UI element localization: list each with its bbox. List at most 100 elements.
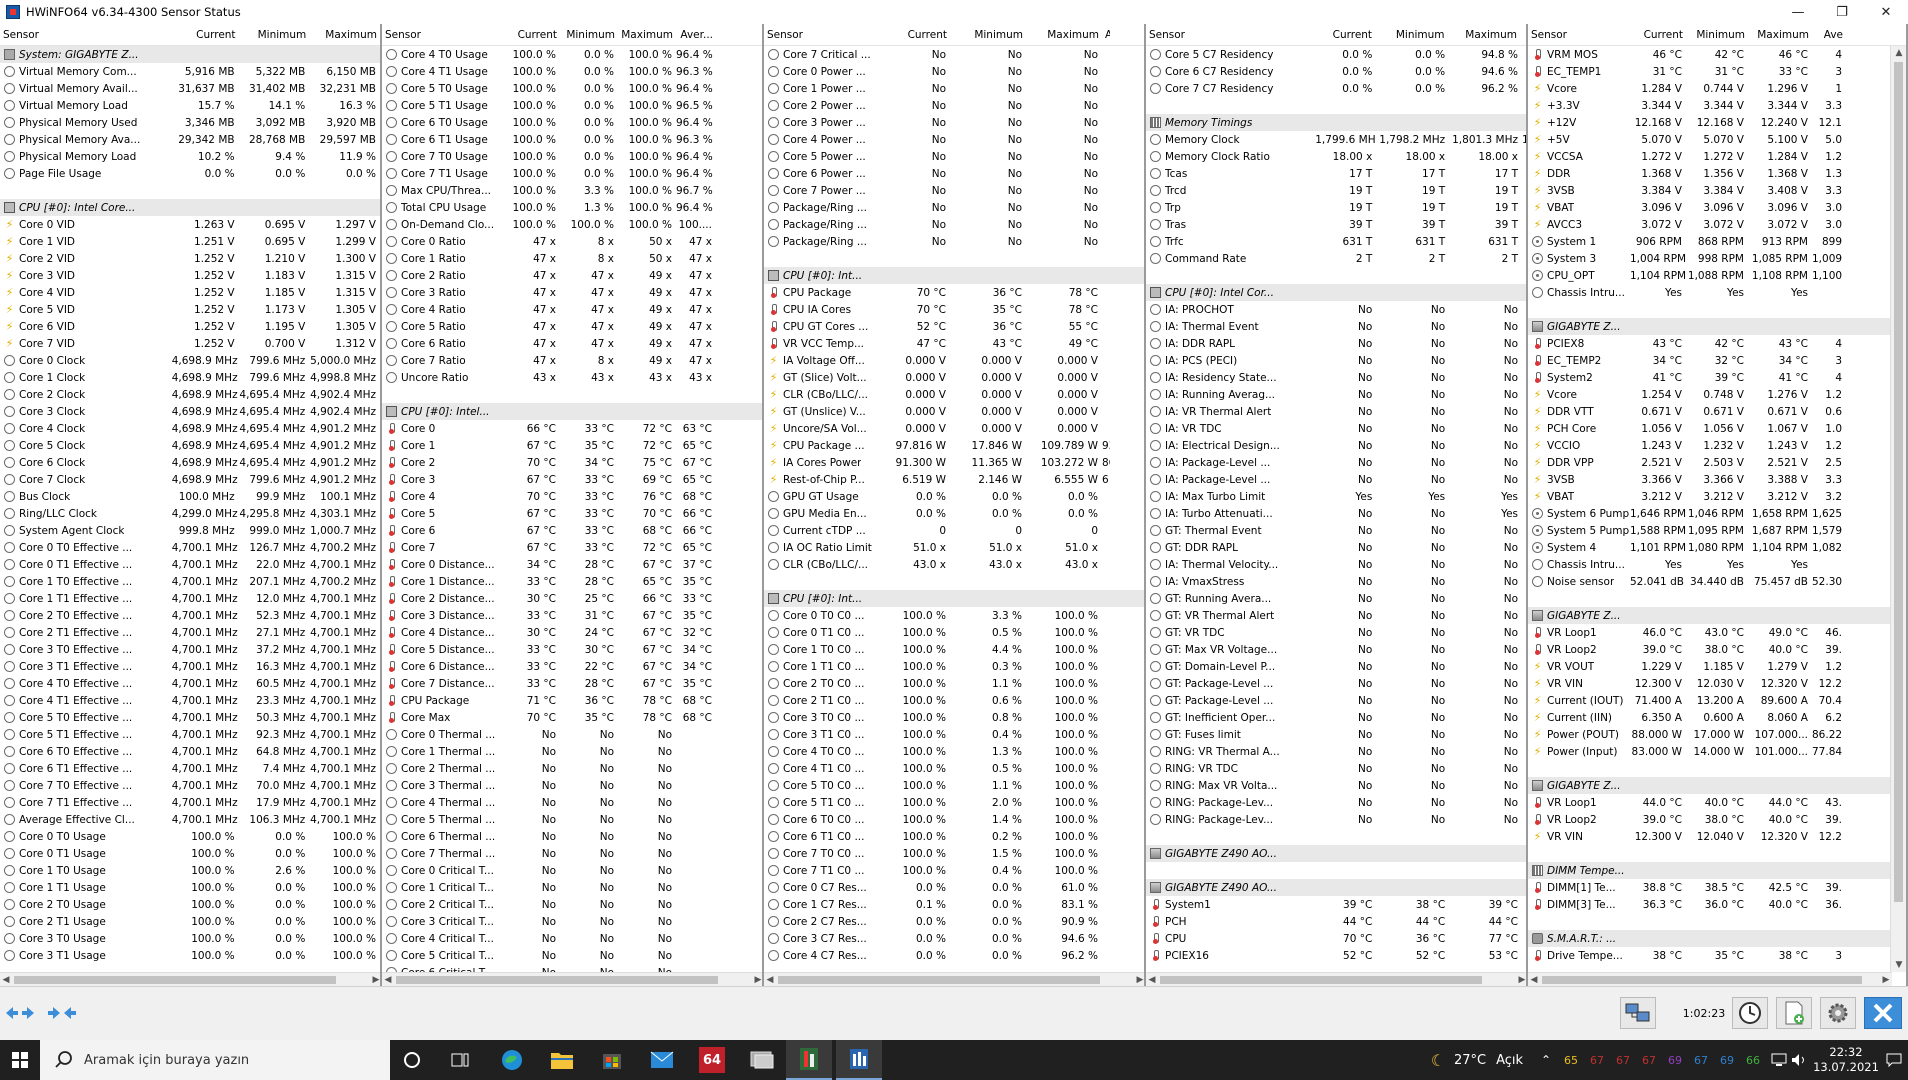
sensor-row[interactable]: Trp 19 T 19 T 19 T [1146, 199, 1526, 216]
sensor-group-header[interactable]: CPU [#0]: Intel Core... [0, 199, 380, 216]
sensor-row[interactable]: Core 4 T0 Effective ... 4,700.1 MHz 60.5 M… [0, 675, 380, 692]
sensor-row[interactable]: Core 6 Clock 4,698.9 MHz 4,695.4 MHz 4,901.… [0, 454, 380, 471]
sensor-row[interactable]: Core 5 T1 C0 ... 100.0 % 2.0 % 100.0 % [764, 794, 1144, 811]
tray-temp-icon[interactable]: 69 [1662, 1054, 1688, 1067]
sensor-row[interactable]: ⚡ PCH Core 1.056 V 1.056 V 1.067 V 1.0 [1528, 420, 1906, 437]
sensor-row[interactable]: Total CPU Usage 100.0 % 1.3 % 100.0 % 96.4 % [382, 199, 762, 216]
column-header[interactable]: Sensor [0, 29, 172, 41]
sensor-row[interactable]: CPU Package 71 °C 36 °C 78 °C 68 °C [382, 692, 762, 709]
sensor-row[interactable]: EC_TEMP1 31 °C 31 °C 33 °C 3 [1528, 63, 1906, 80]
sensor-row[interactable]: Core 7 T1 Effective ... 4,700.1 MHz 17.9 M… [0, 794, 380, 811]
sensor-row[interactable]: ⚡ DDR 1.368 V 1.356 V 1.368 V 1.3 [1528, 165, 1906, 182]
sensor-row[interactable]: Current cTDP ... 0 0 0 [764, 522, 1144, 539]
minimize-button[interactable]: — [1776, 0, 1820, 24]
sensor-row[interactable]: Core 0 Ratio 47 x8 x 50 x 47 x [382, 233, 762, 250]
sensor-row[interactable]: Core 1 T0 Effective ... 4,700.1 MHz 207.1 … [0, 573, 380, 590]
tray-temp-icon[interactable]: 69 [1714, 1054, 1740, 1067]
sensor-row[interactable]: Core 2 70 °C 34 °C 75 °C 67 °C [382, 454, 762, 471]
sensor-row[interactable]: IA OC Ratio Limit 51.0 x 51.0 x 51.0 x [764, 539, 1144, 556]
sensor-row[interactable]: Core 7 67 °C 33 °C 72 °C 65 °C [382, 539, 762, 556]
sensor-row[interactable]: ⚡ VCCSA 1.272 V 1.272 V 1.284 V 1.2 [1528, 148, 1906, 165]
sensor-row[interactable]: Core 1 Critical T... No No No [382, 879, 762, 896]
sensor-row[interactable]: GT: Inefficient Oper... No No No [1146, 709, 1526, 726]
horizontal-scrollbar[interactable]: ◀ ▶ [1528, 972, 1892, 986]
sensor-group-header[interactable]: DIMM Tempe... [1528, 862, 1906, 879]
sensor-row[interactable]: IA: Thermal Event No No No [1146, 318, 1526, 335]
sensor-row[interactable]: Core 3 T1 Effective ... 4,700.1 MHz 16.3 M… [0, 658, 380, 675]
sensor-row[interactable]: Core 4 Critical T... No No No [382, 930, 762, 947]
sensor-row[interactable]: Max CPU/Threa... 100.0 % 3.3 % 100.0 % 96.7 … [382, 182, 762, 199]
sensor-row[interactable]: ⚡ Current (IIN) 6.350 A 0.600 A 8.060 A 6.2 [1528, 709, 1906, 726]
close-sensors-button[interactable] [1864, 997, 1902, 1029]
sensor-row[interactable]: Core 5 Critical T... No No No [382, 947, 762, 964]
sensor-row[interactable]: ⚡ +3.3V 3.344 V 3.344 V 3.344 V 3.3 [1528, 97, 1906, 114]
sensor-row[interactable]: Core 6 T1 C0 ... 100.0 % 0.2 % 100.0 % [764, 828, 1144, 845]
sensor-row[interactable]: Trfc 631 T 631 T 631 T [1146, 233, 1526, 250]
sensor-row[interactable]: Core 5 Distance... 33 °C 30 °C 67 °C 34 °C [382, 641, 762, 658]
sensor-row[interactable]: ⚡ IA Cores Power 91.300 W 11.365 W 103.272 W… [764, 454, 1144, 471]
tray-temp-icon[interactable]: 66 [1740, 1054, 1766, 1067]
sensor-row[interactable]: ⚡ Core 2 VID 1.252 V 1.210 V 1.300 V [0, 250, 380, 267]
sensor-row[interactable]: GT: Domain-Level P... No No No [1146, 658, 1526, 675]
sensor-row[interactable]: Physical Memory Load 10.2 % 9.4 % 11.9 % [0, 148, 380, 165]
sensor-row[interactable]: Core 6 T0 Usage 100.0 % 0.0 % 100.0 % 96.4 % [382, 114, 762, 131]
sensor-row[interactable]: Core 1 Distance... 33 °C 28 °C 65 °C 35 °C [382, 573, 762, 590]
scroll-down-arrow-icon[interactable]: ▼ [1891, 958, 1906, 972]
sensor-row[interactable]: Core 3 Thermal ... No No No [382, 777, 762, 794]
sensor-row[interactable]: RING: VR Thermal A... No No No [1146, 743, 1526, 760]
scroll-right-arrow-icon[interactable]: ▶ [1880, 973, 1892, 986]
sensor-row[interactable]: System 1 906 RPM 868 RPM 913 RPM 899 [1528, 233, 1906, 250]
scroll-right-arrow-icon[interactable]: ▶ [1134, 973, 1144, 986]
sensor-row[interactable]: Core 7 C7 Residency 0.0 % 0.0 % 96.2 % [1146, 80, 1526, 97]
sensor-row[interactable]: VR Loop1 46.0 °C 43.0 °C 49.0 °C 46. [1528, 624, 1906, 641]
column-header[interactable]: Sensor [1528, 29, 1630, 41]
sensor-row[interactable]: ⚡ +12V 12.168 V 12.168 V 12.240 V 12.1 [1528, 114, 1906, 131]
sensor-row[interactable]: Average Effective Cl... 4,700.1 MHz 106.3 … [0, 811, 380, 828]
sensor-row[interactable]: IA: Residency State... No No No [1146, 369, 1526, 386]
sensor-row[interactable]: Core 7 Ratio 47 x8 x 49 x 47 x [382, 352, 762, 369]
sensor-row[interactable]: ⚡ Vcore 1.254 V 0.748 V 1.276 V 1.2 [1528, 386, 1906, 403]
sensor-row[interactable]: Core 3 T0 C0 ... 100.0 % 0.8 % 100.0 % [764, 709, 1144, 726]
sensor-row[interactable]: System 6 Pump 1,646 RPM 1,046 RPM 1,658 RPM… [1528, 505, 1906, 522]
sensor-row[interactable]: Core 5 Power ... No No No [764, 148, 1144, 165]
scroll-thumb[interactable] [778, 976, 1100, 984]
sensor-row[interactable]: Core 4 T0 Usage 100.0 % 0.0 % 100.0 % 96.4 % [382, 46, 762, 63]
sensor-row[interactable]: Virtual Memory Load 15.7 % 14.1 % 16.3 % [0, 97, 380, 114]
sensor-row[interactable]: Core 3 T1 C0 ... 100.0 % 0.4 % 100.0 % [764, 726, 1144, 743]
column-header[interactable]: Current [872, 29, 950, 41]
sensor-row[interactable]: Core 2 Distance... 30 °C 25 °C 66 °C 33 °C [382, 590, 762, 607]
sensor-group-header[interactable]: System: GIGABYTE Z... [0, 46, 380, 63]
sensor-row[interactable]: Core 6 Distance... 33 °C 22 °C 67 °C 34 °C [382, 658, 762, 675]
sensor-row[interactable]: Core 4 Power ... No No No [764, 131, 1144, 148]
maximize-button[interactable]: ❐ [1820, 0, 1864, 24]
sensor-row[interactable]: Core 6 T1 Usage 100.0 % 0.0 % 100.0 % 96.3 % [382, 131, 762, 148]
sensor-row[interactable]: Core 0 66 °C 33 °C 72 °C 63 °C [382, 420, 762, 437]
sensor-row[interactable]: GT: Max VR Voltage... No No No [1146, 641, 1526, 658]
column-header[interactable]: A [1102, 29, 1110, 41]
sensor-row[interactable]: ⚡ Current (IOUT) 71.400 A 13.200 A 89.600 A7… [1528, 692, 1906, 709]
sensor-row[interactable]: Core 6 Power ... No No No [764, 165, 1144, 182]
sensor-row[interactable]: ⚡ +5V 5.070 V 5.070 V 5.100 V 5.0 [1528, 131, 1906, 148]
sensor-row[interactable]: GT: Running Avera... No No No [1146, 590, 1526, 607]
column-header[interactable]: Current [1314, 29, 1375, 41]
sensor-row[interactable]: VR Loop2 39.0 °C 38.0 °C 40.0 °C 39. [1528, 811, 1906, 828]
sensor-row[interactable]: RING: Package-Lev... No No No [1146, 794, 1526, 811]
sensor-row[interactable]: Core 2 T1 Usage 100.0 % 0.0 % 100.0 % [0, 913, 380, 930]
sensor-row[interactable]: Core 4 T1 Usage 100.0 % 0.0 % 100.0 % 96.3 % [382, 63, 762, 80]
sensor-row[interactable]: GT: DDR RAPL No No No [1146, 539, 1526, 556]
sensor-row[interactable]: IA: PROCHOT No No No [1146, 301, 1526, 318]
sensor-row[interactable]: Core 0 C7 Res... 0.0 % 0.0 % 61.0 % [764, 879, 1144, 896]
sensor-row[interactable]: Core 5 T1 Effective ... 4,700.1 MHz 92.3 M… [0, 726, 380, 743]
sensor-row[interactable]: ⚡ VBAT 3.096 V 3.096 V 3.096 V 3.0 [1528, 199, 1906, 216]
sensor-row[interactable]: Core 7 T1 Usage 100.0 % 0.0 % 100.0 % 96.4 % [382, 165, 762, 182]
scroll-left-arrow-icon[interactable]: ◀ [764, 973, 776, 986]
sensor-row[interactable]: Core 7 T0 C0 ... 100.0 % 1.5 % 100.0 % [764, 845, 1144, 862]
column-header[interactable]: Maximum [618, 29, 676, 41]
sensor-row[interactable]: VR Loop2 39.0 °C 38.0 °C 40.0 °C 39. [1528, 641, 1906, 658]
sensor-row[interactable]: Core 2 Clock 4,698.9 MHz 4,695.4 MHz 4,902.… [0, 386, 380, 403]
column-header[interactable]: Maximum [1026, 29, 1102, 41]
sensor-row[interactable]: IA: VR Thermal Alert No No No [1146, 403, 1526, 420]
sensor-row[interactable]: ⚡ VR VIN 12.300 V 12.040 V 12.320 V 12.2 [1528, 828, 1906, 845]
sensor-row[interactable]: ⚡ 3VSB 3.384 V 3.384 V 3.408 V 3.3 [1528, 182, 1906, 199]
sensor-row[interactable]: Core 6 T0 C0 ... 100.0 % 1.4 % 100.0 % [764, 811, 1144, 828]
